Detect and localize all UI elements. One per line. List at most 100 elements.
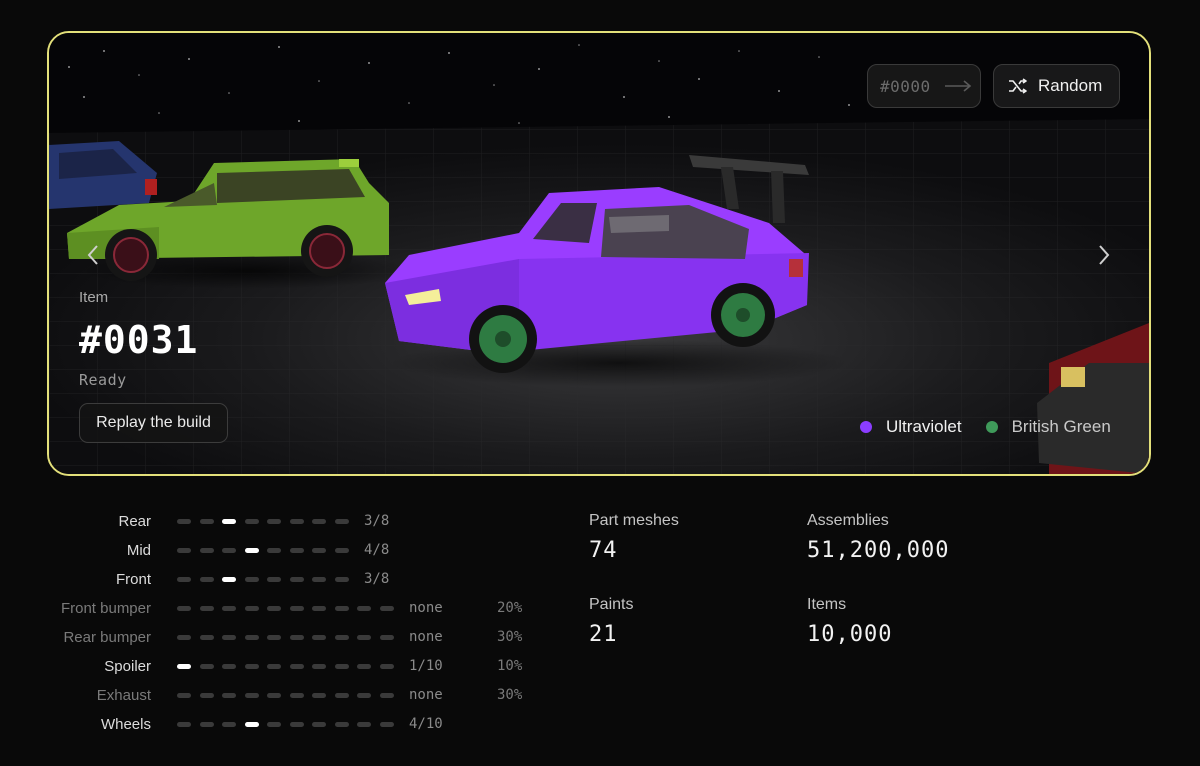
chevron-right-icon[interactable] <box>1097 244 1111 266</box>
stat-value: 51,200,000 <box>807 538 950 563</box>
part-level-pip <box>177 548 191 553</box>
part-level-indicator <box>177 519 357 524</box>
shuffle-icon <box>1008 78 1028 94</box>
part-level-pip <box>244 664 259 669</box>
part-level-indicator <box>177 606 402 611</box>
part-level-pip <box>357 693 371 698</box>
part-level-pip <box>199 693 214 698</box>
part-count: none <box>409 600 443 616</box>
part-percentage: 30% <box>497 629 523 645</box>
paint-swatch <box>860 421 872 433</box>
stat-value: 74 <box>589 538 618 563</box>
stat-label: Items <box>807 596 847 613</box>
part-level-pip <box>334 722 349 727</box>
part-level-pip <box>334 519 349 524</box>
part-count: 1/10 <box>409 658 443 674</box>
part-percentage: 10% <box>497 658 523 674</box>
part-level-pip <box>222 722 236 727</box>
part-level-pip <box>289 577 304 582</box>
part-level-pip <box>199 635 214 640</box>
part-level-pip <box>267 722 281 727</box>
part-level-pip <box>199 664 214 669</box>
part-level-pip <box>267 664 281 669</box>
part-level-pip <box>312 519 326 524</box>
stat-assemblies: Assemblies 51,200,000 <box>807 512 949 563</box>
part-level-pip <box>222 519 236 524</box>
part-name: Rear bumper <box>63 629 151 646</box>
part-level-pip <box>379 635 394 640</box>
part-level-pip <box>334 606 349 611</box>
part-level-pip <box>267 519 281 524</box>
stat-value: 21 <box>589 622 618 647</box>
part-level-pip <box>177 577 191 582</box>
part-count: none <box>409 629 443 645</box>
stat-items: Items 10,000 <box>807 596 892 647</box>
part-level-pip <box>379 722 394 727</box>
paint-swatch <box>985 421 998 433</box>
random-label: Random <box>1038 76 1103 95</box>
part-percentage: 20% <box>497 600 523 616</box>
part-level-pip <box>177 722 191 727</box>
random-button[interactable]: Random <box>993 64 1120 108</box>
part-count: 3/8 <box>364 571 390 587</box>
part-level-pip <box>334 548 349 553</box>
part-level-pip <box>357 635 371 640</box>
arrow-right-icon[interactable] <box>944 80 972 92</box>
part-level-pip <box>334 693 349 698</box>
part-level-pip <box>289 693 304 698</box>
part-level-pip <box>289 519 304 524</box>
part-level-pip <box>177 693 191 698</box>
stat-paints: Paints 21 <box>589 596 633 647</box>
stat-label: Assemblies <box>807 512 889 529</box>
part-level-pip <box>244 693 259 698</box>
seed-placeholder: #0000 <box>880 76 931 96</box>
part-level-pip <box>244 519 259 524</box>
paint-name: Ultraviolet <box>886 417 962 436</box>
chevron-left-icon[interactable] <box>86 244 100 266</box>
part-level-pip <box>357 722 371 727</box>
part-level-pip <box>267 635 281 640</box>
part-name: Rear <box>118 513 151 530</box>
part-level-pip <box>312 635 326 640</box>
part-name: Mid <box>126 542 151 559</box>
part-percentage: 30% <box>497 687 523 703</box>
part-level-pip <box>357 606 371 611</box>
part-level-indicator <box>177 664 402 669</box>
part-level-pip <box>222 606 236 611</box>
part-name: Wheels <box>100 716 151 733</box>
part-count: none <box>409 687 443 703</box>
part-row: Front bumper none 20% <box>0 597 560 621</box>
part-level-pip <box>244 635 259 640</box>
part-level-pip <box>199 606 214 611</box>
part-level-pip <box>244 606 259 611</box>
part-level-pip <box>312 722 326 727</box>
part-row: Front 3/8 <box>0 568 560 592</box>
part-level-pip <box>312 577 326 582</box>
seed-input[interactable]: #0000 <box>867 64 981 108</box>
part-level-pip <box>244 577 259 582</box>
part-row: Spoiler 1/10 10% <box>0 655 560 679</box>
part-level-pip <box>289 664 304 669</box>
part-level-pip <box>289 606 304 611</box>
part-level-pip <box>267 606 281 611</box>
part-level-pip <box>379 664 394 669</box>
part-level-pip <box>177 606 191 611</box>
stat-value: 10,000 <box>807 622 893 647</box>
part-level-pip <box>334 635 349 640</box>
part-level-pip <box>379 693 394 698</box>
car-preview-card: #0000 Random Item #0031 Ready Replay the… <box>47 31 1151 476</box>
part-row: Rear bumper none 30% <box>0 626 560 650</box>
part-level-pip <box>222 664 236 669</box>
part-level-pip <box>244 548 259 553</box>
part-level-pip <box>222 693 236 698</box>
paint-legend: Ultraviolet British Green <box>860 417 1111 437</box>
paint-name: British Green <box>1011 417 1111 436</box>
replay-build-button[interactable]: Replay the build <box>79 403 228 443</box>
part-level-indicator <box>177 693 402 698</box>
part-level-pip <box>199 519 214 524</box>
part-level-pip <box>222 548 236 553</box>
part-level-pip <box>267 577 281 582</box>
part-level-indicator <box>177 722 402 727</box>
stat-label: Part meshes <box>589 512 679 529</box>
part-name: Front <box>115 571 151 588</box>
